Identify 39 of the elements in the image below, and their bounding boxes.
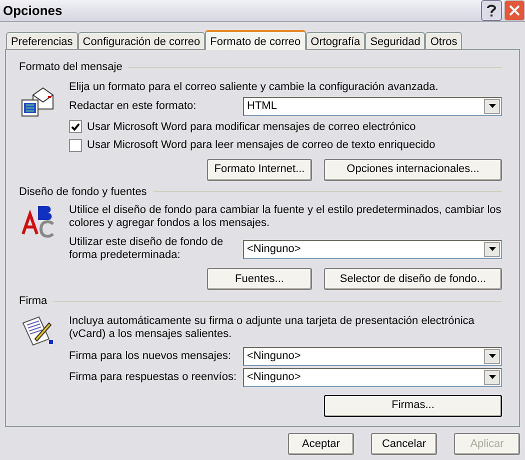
tab[interactable]: Otros [425,32,462,49]
description-text: Incluya automáticamente su firma o adjunte una tarjeta de presentación electrónica (vCard) a los mensajes salientes. [69,314,476,340]
tab[interactable]: Seguridad [365,32,426,49]
tab[interactable]: Ortografía [306,32,366,49]
dialog-button[interactable]: Selector de diseño de fondo... [324,268,502,290]
close-icon [509,5,520,16]
field-label: Utilizar este diseño de fondo de forma predeterminada: [69,236,224,262]
field-label: Redactar en este formato: [69,98,196,114]
window-title: Opciones [3,2,62,20]
dialog-button[interactable]: Formato Internet... [207,158,312,180]
field-label: Firma para los nuevos mensajes: [69,348,232,364]
group-title: Formato del mensaje [19,60,122,75]
checkbox-label: Usar Microsoft Word para leer mensajes de correo de texto enriquecido [87,138,436,153]
dialog-button[interactable]: Firmas... [324,394,502,416]
help-icon [487,4,496,17]
tab[interactable]: Formato de correo [205,30,306,50]
format-dropdown[interactable]: HTML [243,96,502,116]
signature-icon [21,314,55,346]
group-title: Firma [19,294,48,309]
group-title: Diseño de fondo y fuentes [19,184,147,200]
signature-dropdown[interactable]: <Ninguno> [243,346,502,366]
tab[interactable]: Preferencias [6,32,78,49]
close-button[interactable] [504,0,525,21]
checkbox-label: Usar Microsoft Word para modificar mensajes de correo electrónico [87,120,416,134]
signature-dropdown[interactable]: <Ninguno> [243,368,502,386]
description-text: Utilice el diseño de fondo para cambiar la fuente y el estilo predeterminados, cambiar los colores y agregar fondos a los mensajes. [69,204,502,230]
font-styles-icon [21,204,55,238]
envelope-icon [21,86,55,116]
stationery-dropdown[interactable]: <Ninguno> [243,240,502,258]
dialog-button[interactable]: Opciones internacionales... [324,158,502,180]
dialog-button[interactable]: Aceptar [288,433,354,455]
tab[interactable]: Configuración de correo [78,32,206,49]
checkbox[interactable] [69,120,82,134]
dialog-button[interactable]: Fuentes... [207,268,312,290]
help-button[interactable] [481,0,502,21]
dialog-button[interactable]: Cancelar [371,433,437,455]
description-text: Elija un formato para el correo saliente y cambie la configuración avanzada. [69,80,440,94]
field-label: Firma para respuestas o reenvíos: [69,370,237,385]
checkbox[interactable] [69,138,82,152]
